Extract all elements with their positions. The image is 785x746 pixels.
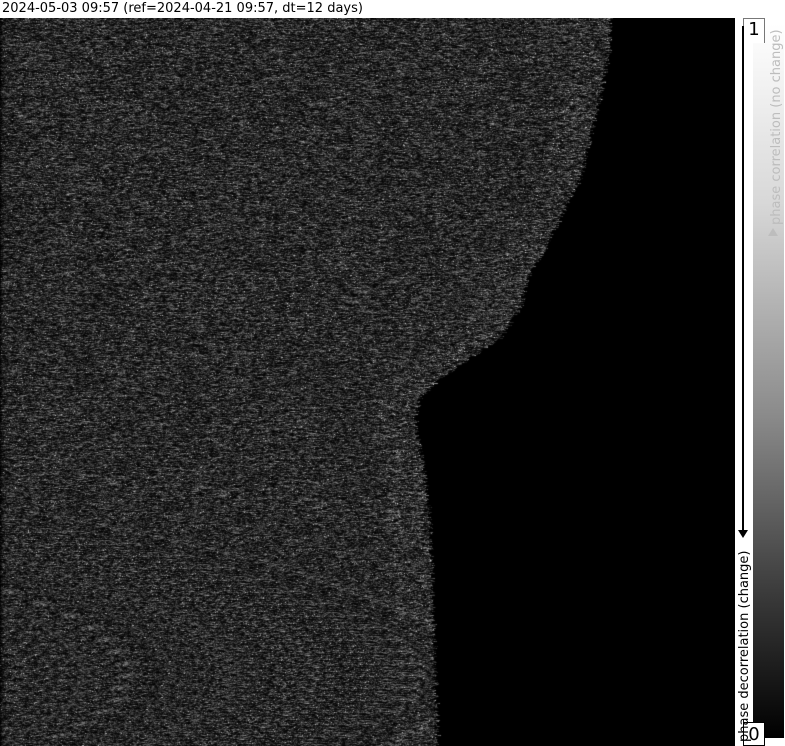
correlation-map-image [0,18,735,746]
arrow-down-icon [738,530,748,538]
correlation-map [0,18,735,746]
image-title: 2024-05-03 09:57 (ref=2024-04-21 09:57, … [2,1,363,16]
colorbar-max-label: 1 [748,19,760,40]
arrow-up-icon [768,228,778,236]
correlation-axis-label: phase correlation (no change) [769,29,784,225]
header-bar: 2024-05-03 09:57 (ref=2024-04-21 09:57, … [0,0,785,18]
decorrelation-axis-label: phase decorrelation (change) [737,550,752,742]
decorrelation-indicator-line [742,26,744,536]
